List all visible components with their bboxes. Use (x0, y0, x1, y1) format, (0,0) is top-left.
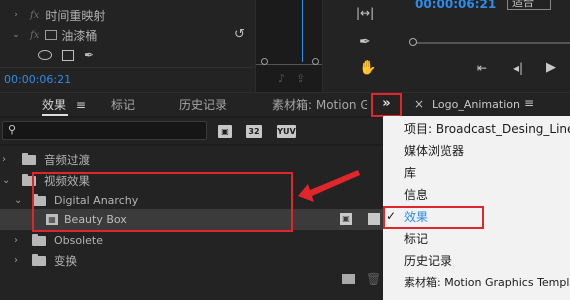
rectangle-mask-icon[interactable] (62, 49, 74, 61)
menu-item-project[interactable]: 项目: Broadcast_Desing_Lines_P (383, 118, 570, 140)
tree-item-obsolete[interactable]: › Obsolete (0, 230, 383, 251)
step-to-in-icon[interactable]: ⇤ (477, 61, 487, 75)
play-icon[interactable]: ▶ (546, 60, 556, 75)
effect-mini-timeline[interactable]: ♪ ⇪ (255, 0, 323, 92)
32bit-effect-icon (368, 213, 380, 225)
annotation-arrow (298, 170, 360, 202)
fit-dropdown[interactable]: 适合 (507, 0, 551, 10)
export-icon[interactable]: ⇪ (296, 72, 305, 85)
menu-item-history[interactable]: 历史记录 (383, 250, 570, 272)
paint-bucket-label: 油漆桶 (61, 28, 98, 43)
folder-icon (22, 152, 36, 165)
monitor-timecode[interactable]: 00:00:06:21 (415, 0, 496, 11)
chevron-right-icon[interactable]: › (14, 235, 30, 246)
fx-icon: fx (30, 9, 40, 21)
effect-timecode[interactable]: 00:00:06:21 (4, 73, 71, 86)
menu-item-markers[interactable]: 标记 (383, 228, 570, 250)
chevron-down-icon[interactable]: ⌄ (14, 195, 30, 206)
menu-item-media-browser[interactable]: 媒体浏览器 (383, 140, 570, 162)
active-tab-underline (42, 114, 68, 116)
chevron-right-icon[interactable]: › (14, 255, 30, 266)
program-monitor: 00:00:06:21 适合 ⇤ ◂| ▶ (383, 0, 570, 92)
tab-markers[interactable]: 标记 (111, 93, 135, 117)
reset-icon[interactable]: ↺ (234, 27, 245, 42)
menu-item-bin-motion[interactable]: 素材箱: Motion Graphics Templa (383, 272, 570, 294)
32bit-badge[interactable]: 32 (246, 125, 262, 138)
scroll-handle-left[interactable] (261, 58, 268, 65)
chevron-down-icon[interactable]: ⌄ (10, 30, 22, 40)
pen-tool-icon[interactable]: ✒ (359, 34, 371, 50)
step-back-icon[interactable]: ◂| (513, 61, 523, 75)
panel-tab-bar: 效果 ≡ 标记 历史记录 素材箱: Motion G » × Logo_Anim… (0, 92, 570, 117)
tree-item-transform[interactable]: › 变换 (0, 250, 383, 271)
search-input[interactable]: ⚲ (2, 121, 207, 140)
tree-highlight-box (32, 172, 293, 232)
right-panel-title[interactable]: Logo_Animation (432, 98, 520, 111)
panel-overflow-menu: 项目: Broadcast_Desing_Lines_P 媒体浏览器 库 信息 … (383, 116, 570, 300)
accelerated-effects-icon[interactable]: ▣ (218, 125, 232, 138)
transform-box-icon (45, 30, 58, 40)
menu-item-info[interactable]: 信息 (383, 184, 570, 206)
tab-history[interactable]: 历史记录 (179, 93, 227, 117)
fx-icon: fx (30, 29, 40, 41)
hamburger-icon[interactable]: ≡ (76, 98, 86, 112)
folder-icon (32, 233, 46, 246)
trash-icon[interactable]: 🗑 (366, 272, 381, 286)
effect-controls-panel: › fx 时间重映射 ⌄ fx 油漆桶 ↺ ✒ 00:00:06:21 (0, 0, 255, 92)
right-panel-menu-icon[interactable]: ≡ (524, 96, 534, 110)
audio-icon[interactable]: ♪ (278, 72, 285, 85)
yuv-badge[interactable]: YUV (277, 125, 296, 138)
time-remap-row[interactable]: › fx 时间重映射 (10, 6, 105, 24)
menu-highlight-box (383, 206, 484, 229)
track-select-icon[interactable]: |↔| (356, 6, 374, 20)
search-icon: ⚲ (8, 123, 17, 136)
folder-icon (32, 253, 46, 266)
new-bin-icon[interactable] (342, 274, 355, 284)
effects-tree: › 音频过渡 ⌄ 视频效果 ⌄ Digital Anarchy ▦ Beauty… (0, 146, 383, 300)
search-field[interactable] (21, 123, 201, 138)
accelerated-effect-icon: ▣ (340, 213, 352, 225)
scrubber-handle[interactable] (409, 38, 417, 46)
tab-bin-motion[interactable]: 素材箱: Motion G (272, 93, 367, 117)
chevron-down-icon[interactable]: ⌄ (2, 175, 18, 186)
close-icon[interactable]: × (414, 97, 424, 111)
ellipse-mask-icon[interactable] (38, 50, 52, 60)
hand-tool-icon[interactable]: ✋ (359, 60, 376, 76)
monitor-scrubber[interactable] (411, 42, 570, 44)
premiere-workspace: › fx 时间重映射 ⌄ fx 油漆桶 ↺ ✒ 00:00:06:21 ♪ ⇪ … (0, 0, 570, 300)
fit-label: 适合 (512, 0, 534, 9)
paint-bucket-row[interactable]: ⌄ fx 油漆桶 ↺ (10, 26, 245, 44)
overflow-highlight-box (371, 93, 402, 117)
pen-mask-icon[interactable]: ✒ (84, 48, 94, 62)
time-remap-label: 时间重映射 (45, 8, 106, 23)
chevron-right-icon[interactable]: › (10, 10, 22, 20)
playhead-line (302, 0, 303, 62)
chevron-right-icon[interactable]: › (2, 154, 18, 165)
tools-panel: |↔| ✒ ✋ (323, 0, 383, 92)
effects-search-row: ⚲ ▣ 32 YUV (0, 118, 383, 144)
scroll-handle-right[interactable] (312, 58, 319, 65)
mask-shape-tools: ✒ (38, 46, 94, 64)
menu-item-libraries[interactable]: 库 (383, 162, 570, 184)
